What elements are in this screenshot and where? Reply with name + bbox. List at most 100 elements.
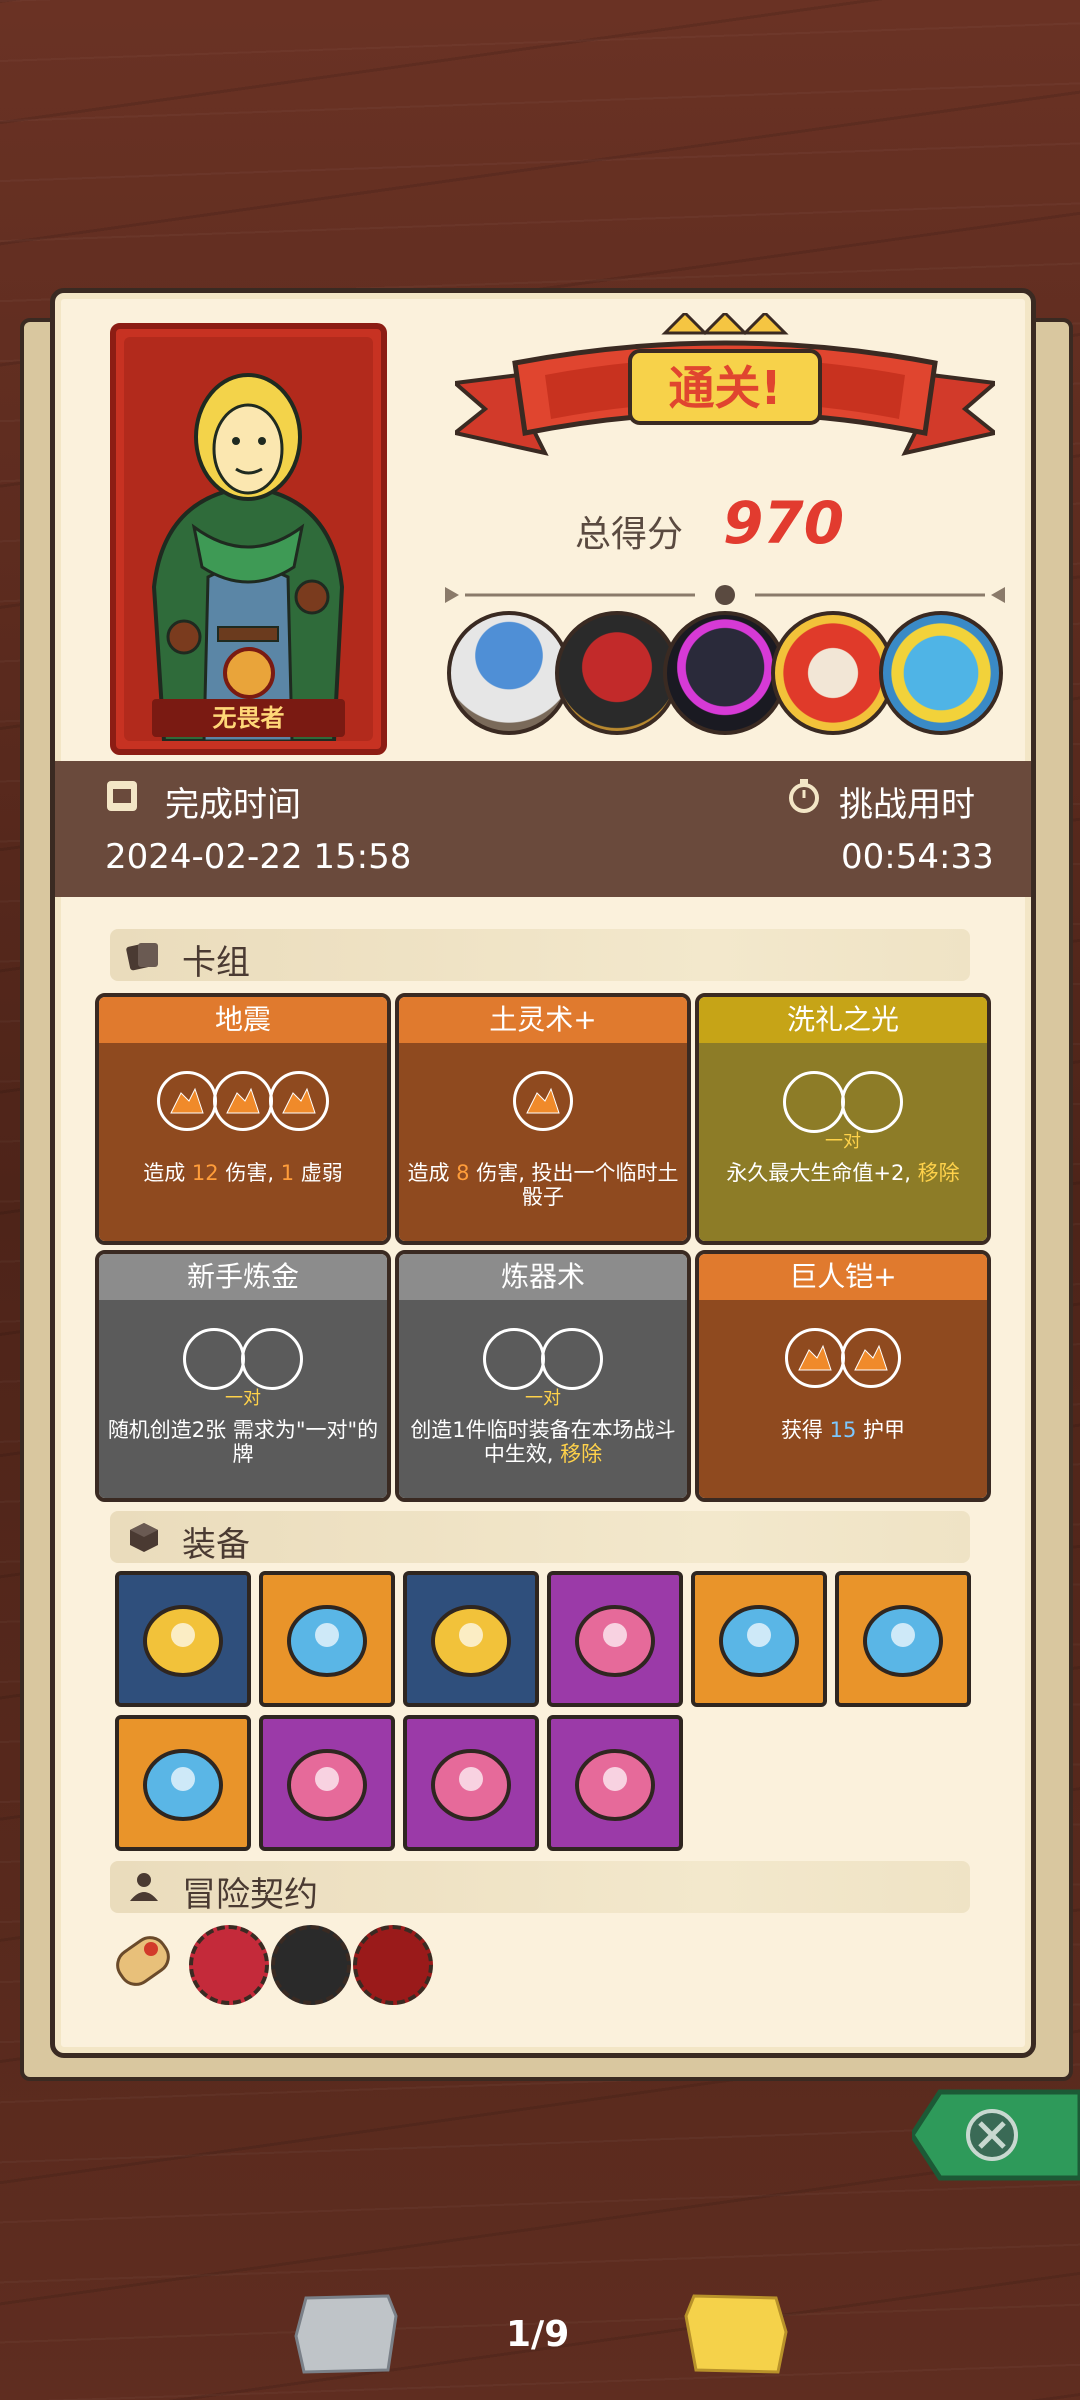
mask-demon-boss-icon[interactable] [771, 611, 895, 735]
deck-card[interactable]: 新手炼金一对随机创造2张 需求为"一对"的牌 [95, 1250, 391, 1502]
card-description: 造成 12 伤害, 1 虚弱 [107, 1161, 379, 1185]
card-title: 地震 [99, 997, 387, 1046]
shadow-beast-boss-icon[interactable] [663, 611, 787, 735]
blue-slime-icon[interactable] [115, 1715, 251, 1851]
page-indicator: 1/9 [506, 2314, 570, 2355]
card-description: 造成 8 伤害, 投出一个临时土骰子 [407, 1161, 679, 1209]
deck-card[interactable]: 地震造成 12 伤害, 1 虚弱 [95, 993, 391, 1245]
pair-requirement: 一对 [525, 1388, 561, 1409]
pair-requirement: 一对 [825, 1131, 861, 1152]
crystal-shield-icon[interactable] [259, 1571, 395, 1707]
cost-row [99, 1328, 387, 1390]
gold-mirror-icon[interactable] [403, 1715, 539, 1851]
empty-die-slot-icon [541, 1328, 603, 1390]
card-body: 一对创造1件临时装备在本场战斗中生效, 移除 [399, 1300, 687, 1498]
deck-card[interactable]: 炼器术一对创造1件临时装备在本场战斗中生效, 移除 [395, 1250, 691, 1502]
ring-medallion-icon[interactable] [691, 1571, 827, 1707]
cube-icon [130, 1523, 158, 1552]
card-body: 一对随机创造2张 需求为"一对"的牌 [99, 1300, 387, 1498]
cost-row [399, 1328, 687, 1390]
mushroom-cap-icon[interactable] [547, 1571, 683, 1707]
card-description: 随机创造2张 需求为"一对"的牌 [107, 1418, 379, 1466]
boss-row [447, 611, 1007, 741]
card-body: 一对永久最大生命值+2, 移除 [699, 1043, 987, 1241]
card-text-fragment: 移除 [917, 1161, 960, 1185]
gold-helmet-icon[interactable] [115, 1571, 251, 1707]
round-shield-icon[interactable] [547, 1715, 683, 1851]
pair-requirement: 一对 [225, 1388, 261, 1409]
empty-die-slot-icon [483, 1328, 545, 1390]
deck-section-label: 卡组 [182, 943, 250, 983]
card-text-fragment: 伤害, 投出一个临时土骰子 [469, 1161, 679, 1209]
card-description: 获得 15 护甲 [707, 1418, 979, 1442]
challenge-time-value: 00:54:33 [841, 837, 994, 877]
card-title: 土灵术+ [399, 997, 687, 1046]
card-text-fragment: 获得 [780, 1418, 830, 1442]
empty-die-slot-icon [841, 1071, 903, 1133]
calendar-icon [107, 781, 137, 811]
hero-medal-icon [222, 647, 275, 699]
card-description: 创造1件临时装备在本场战斗中生效, 移除 [407, 1418, 679, 1466]
card-text-fragment: 创造1件临时装备在本场战斗中生效, [410, 1418, 676, 1466]
card-text-fragment: 随机创造2张 需求为"一对"的牌 [107, 1418, 379, 1466]
deck-card[interactable]: 洗礼之光一对永久最大生命值+2, 移除 [695, 993, 991, 1245]
cards-icon [126, 943, 158, 971]
card-text-fragment: 虚弱 [294, 1161, 343, 1185]
previous-page-button[interactable] [292, 2292, 400, 2376]
empty-die-slot-icon [241, 1328, 303, 1390]
card-text-fragment: 造成 [407, 1161, 457, 1185]
hero-portrait[interactable]: 无畏者 [110, 323, 387, 755]
card-body: 造成 12 伤害, 1 虚弱 [99, 1043, 387, 1241]
contract-section-label: 冒险契约 [182, 1875, 318, 1915]
contract-section-header: 冒险契约 [110, 1861, 970, 1915]
earth-die-icon [269, 1071, 329, 1131]
card-title: 新手炼金 [99, 1254, 387, 1303]
cost-row [99, 1071, 387, 1131]
empty-die-slot-icon [183, 1328, 245, 1390]
result-panel: 无畏者 通关! 总得分 970 完成时间 2024-02-22 15:58 挑战… [50, 288, 1036, 2058]
card-text-fragment: 移除 [560, 1442, 603, 1466]
hero-name: 无畏者 [152, 699, 345, 737]
card-text-fragment: 15 [829, 1418, 857, 1442]
close-button[interactable] [912, 2088, 1080, 2182]
equipment-section-header: 装备 [110, 1511, 970, 1565]
card-title: 炼器术 [399, 1254, 687, 1303]
earth-die-icon [785, 1328, 845, 1388]
person-icon [130, 1873, 158, 1901]
earth-die-icon [157, 1071, 217, 1131]
total-score-label: 总得分 [575, 514, 684, 555]
deck-card[interactable]: 巨人铠+ 获得 15 护甲 [695, 1250, 991, 1502]
deck-card[interactable]: 土灵术+ 造成 8 伤害, 投出一个临时土骰子 [395, 993, 691, 1245]
card-title: 洗礼之光 [699, 997, 987, 1046]
totem-icon[interactable] [403, 1571, 539, 1707]
potion-bottle-icon[interactable] [271, 1925, 351, 2005]
card-text-fragment: 造成 [143, 1161, 192, 1185]
total-score-value: 970 [723, 489, 845, 557]
cost-row [399, 1071, 687, 1131]
winged-idol-icon[interactable] [259, 1715, 395, 1851]
next-page-button[interactable] [682, 2292, 790, 2376]
challenge-time-label: 挑战用时 [839, 785, 975, 825]
cage-demon-boss-icon[interactable] [555, 611, 679, 735]
earth-die-icon [213, 1071, 273, 1131]
mushroom-sage-boss-icon[interactable] [447, 611, 571, 735]
banner-text: 通关! [668, 361, 782, 415]
earth-die-icon [841, 1328, 901, 1388]
card-text-fragment: +2, [873, 1161, 918, 1185]
earth-die-icon [513, 1071, 573, 1131]
cost-row [699, 1071, 987, 1133]
time-bar: 完成时间 2024-02-22 15:58 挑战用时 00:54:33 [55, 761, 1031, 897]
ornate-mask-icon[interactable] [835, 1571, 971, 1707]
stopwatch-icon [789, 779, 819, 813]
complete-time-value: 2024-02-22 15:58 [105, 837, 412, 877]
red-rune-icon[interactable] [353, 1925, 433, 2005]
card-description: 永久最大生命值+2, 移除 [707, 1161, 979, 1185]
card-text-fragment: 永久最大生命值 [726, 1161, 874, 1185]
complete-time-label: 完成时间 [165, 785, 301, 825]
card-text-fragment: 8 [456, 1161, 470, 1185]
deck-section-header: 卡组 [110, 929, 970, 983]
red-flame-icon[interactable] [189, 1925, 269, 2005]
card-body: 获得 15 护甲 [699, 1300, 987, 1498]
scroll-icon[interactable] [107, 1925, 179, 1997]
blue-ogre-boss-icon[interactable] [879, 611, 1003, 735]
